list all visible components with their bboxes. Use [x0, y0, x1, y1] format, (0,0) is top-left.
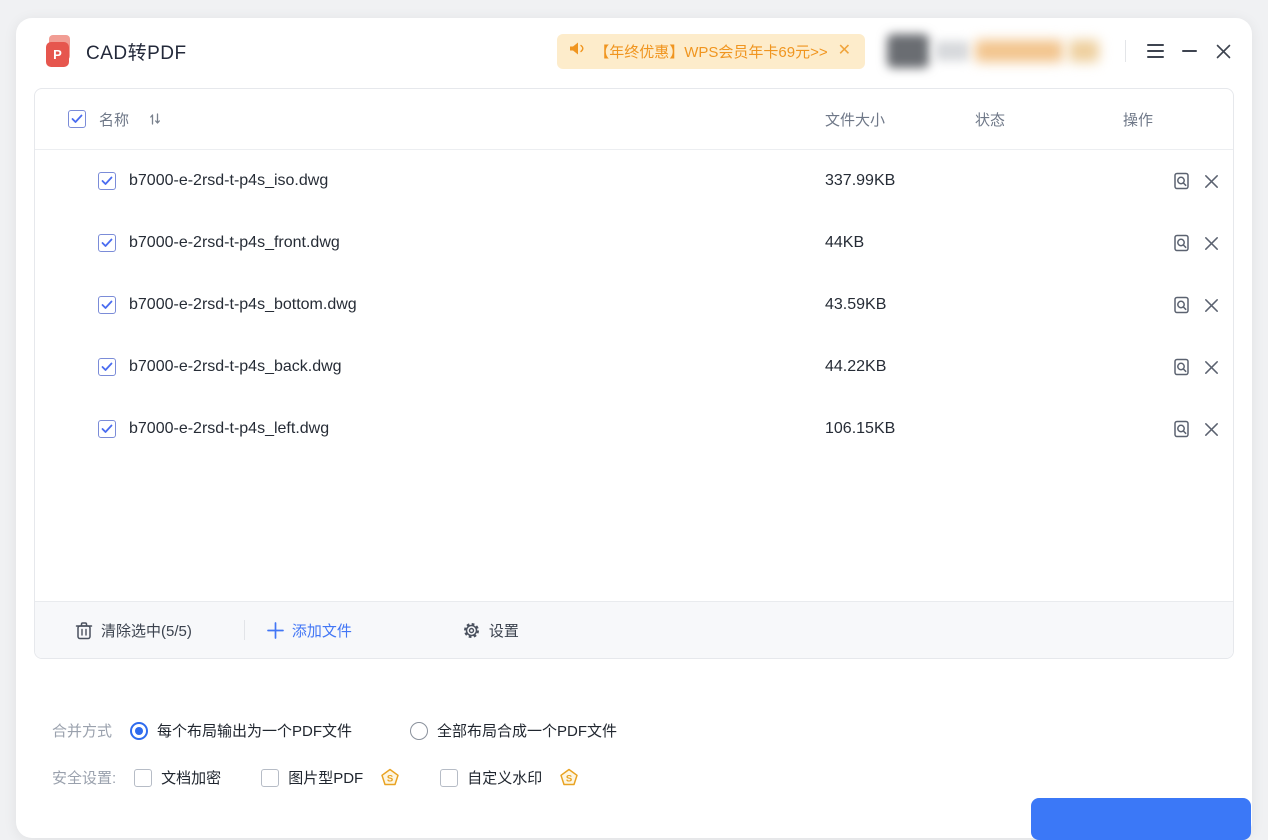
promo-banner-text: 【年终优惠】WPS会员年卡69元>> [594, 43, 828, 61]
avatar [887, 34, 929, 68]
column-header-name: 名称 [99, 111, 130, 129]
row-checkbox[interactable] [98, 234, 116, 252]
promo-banner-close-icon[interactable]: ✕ [836, 43, 853, 59]
svg-text:S: S [566, 773, 572, 784]
file-size: 44KB [825, 234, 865, 251]
remove-icon[interactable] [1204, 298, 1219, 313]
radio-option-label: 全部布局合成一个PDF文件 [437, 723, 618, 740]
preview-icon[interactable] [1172, 295, 1192, 315]
vip-badge-icon: S [380, 768, 400, 788]
radio-option-per-layout[interactable]: 每个布局输出为一个PDF文件 [130, 720, 352, 741]
clear-selected-label: 清除选中(5/5) [101, 622, 192, 640]
image-pdf-option[interactable]: 图片型PDF S [261, 767, 400, 788]
file-size: 43.59KB [825, 296, 887, 313]
merge-mode-row: 合并方式 每个布局输出为一个PDF文件 全部布局合成一个PDF文件 [52, 720, 617, 741]
image-pdf-checkbox[interactable] [261, 768, 280, 787]
file-table-panel: 名称 文件大小 状态 操作 b7000-e-2rsd-t-p4s_iso.dwg… [34, 88, 1234, 659]
clear-selected-button[interactable]: 清除选中(5/5) [75, 620, 192, 641]
settings-label: 设置 [488, 622, 519, 640]
table-row[interactable]: b7000-e-2rsd-t-p4s_back.dwg 44.22KB [35, 336, 1233, 398]
close-icon [1216, 44, 1230, 58]
convert-button[interactable] [1031, 798, 1251, 840]
sort-icon[interactable] [148, 112, 162, 126]
radio-selected-icon[interactable] [130, 721, 149, 740]
column-header-status: 状态 [975, 111, 1006, 129]
watermark-label: 自定义水印 [467, 770, 543, 787]
file-name: b7000-e-2rsd-t-p4s_iso.dwg [129, 172, 329, 189]
table-row[interactable]: b7000-e-2rsd-t-p4s_left.dwg 106.15KB [35, 398, 1233, 460]
radio-option-all-in-one[interactable]: 全部布局合成一个PDF文件 [410, 720, 617, 741]
titlebar-divider [1125, 40, 1126, 62]
merge-mode-label: 合并方式 [52, 723, 113, 740]
table-row[interactable]: b7000-e-2rsd-t-p4s_bottom.dwg 43.59KB [35, 274, 1233, 336]
encrypt-label: 文档加密 [161, 770, 222, 787]
remove-icon[interactable] [1204, 422, 1219, 437]
minimize-icon [1181, 50, 1197, 52]
watermark-checkbox[interactable] [440, 768, 459, 787]
security-settings-row: 安全设置: 文档加密 图片型PDF S 自定义水印 S [52, 767, 579, 788]
file-size: 44.22KB [825, 358, 887, 375]
preview-icon[interactable] [1172, 357, 1192, 377]
minimize-button[interactable] [1172, 34, 1206, 68]
megaphone-icon [569, 41, 586, 61]
file-name: b7000-e-2rsd-t-p4s_front.dwg [129, 234, 340, 251]
trash-icon [75, 621, 93, 639]
column-header-actions: 操作 [1123, 111, 1154, 129]
encrypt-checkbox[interactable] [134, 768, 153, 787]
file-name: b7000-e-2rsd-t-p4s_bottom.dwg [129, 296, 357, 313]
radio-unselected-icon[interactable] [410, 721, 429, 740]
column-header-size: 文件大小 [825, 111, 886, 129]
row-checkbox[interactable] [98, 358, 116, 376]
app-window: P CAD转PDF 【年终优惠】WPS会员年卡69元>> ✕ 名称 文件大小 状… [16, 18, 1252, 840]
row-checkbox[interactable] [98, 420, 116, 438]
select-all-checkbox[interactable] [68, 110, 86, 128]
security-settings-label: 安全设置: [52, 770, 117, 787]
remove-icon[interactable] [1204, 174, 1219, 189]
radio-option-label: 每个布局输出为一个PDF文件 [157, 723, 353, 740]
gear-icon [463, 622, 479, 638]
add-files-button[interactable]: 添加文件 [266, 620, 352, 641]
image-pdf-label: 图片型PDF [288, 770, 364, 787]
file-name: b7000-e-2rsd-t-p4s_back.dwg [129, 358, 342, 375]
table-header-row: 名称 文件大小 状态 操作 [35, 89, 1233, 150]
encrypt-document-option[interactable]: 文档加密 [134, 767, 221, 788]
user-name-blur [935, 41, 969, 61]
hamburger-icon [1146, 44, 1164, 58]
app-logo-icon: P [46, 35, 76, 67]
file-size: 106.15KB [825, 420, 896, 437]
row-checkbox[interactable] [98, 172, 116, 190]
panel-toolbar: 清除选中(5/5) 添加文件 设置 [35, 601, 1233, 658]
vip-badge-icon: S [559, 768, 579, 788]
user-account-area[interactable] [887, 34, 1099, 68]
row-checkbox[interactable] [98, 296, 116, 314]
table-row[interactable]: b7000-e-2rsd-t-p4s_front.dwg 44KB [35, 212, 1233, 274]
settings-button[interactable]: 设置 [462, 620, 519, 641]
toolbar-divider [243, 620, 245, 640]
preview-icon[interactable] [1172, 419, 1192, 439]
svg-text:S: S [387, 773, 393, 784]
app-title: CAD转PDF [86, 42, 187, 64]
menu-button[interactable] [1138, 34, 1172, 68]
remove-icon[interactable] [1204, 360, 1219, 375]
preview-icon[interactable] [1172, 171, 1192, 191]
membership-badge-blur [1069, 40, 1099, 62]
close-button[interactable] [1206, 34, 1240, 68]
membership-badge-blur [975, 40, 1063, 62]
custom-watermark-option[interactable]: 自定义水印 S [440, 767, 579, 788]
add-files-label: 添加文件 [291, 622, 352, 640]
file-name: b7000-e-2rsd-t-p4s_left.dwg [129, 420, 330, 437]
preview-icon[interactable] [1172, 233, 1192, 253]
promo-banner[interactable]: 【年终优惠】WPS会员年卡69元>> ✕ [557, 33, 865, 69]
plus-icon [266, 621, 284, 639]
title-bar: P CAD转PDF 【年终优惠】WPS会员年卡69元>> ✕ [16, 18, 1252, 84]
remove-icon[interactable] [1204, 236, 1219, 251]
file-size: 337.99KB [825, 172, 896, 189]
table-row[interactable]: b7000-e-2rsd-t-p4s_iso.dwg 337.99KB [35, 150, 1233, 212]
